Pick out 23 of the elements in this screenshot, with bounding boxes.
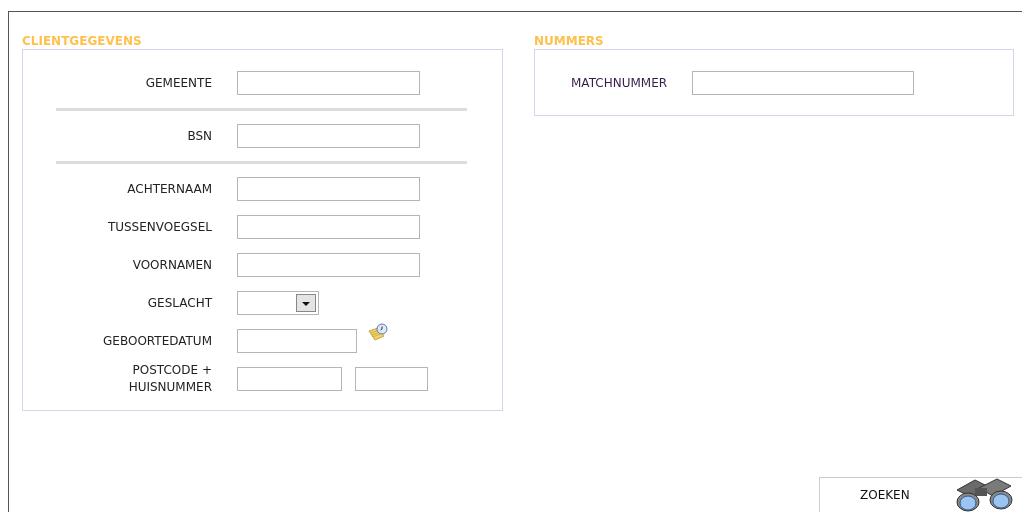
text-field[interactable] (237, 215, 420, 239)
text-field[interactable] (237, 253, 420, 277)
field-label: TUSSENVOEGSEL (106, 218, 212, 236)
field-label: MATCHNUMMER (571, 74, 668, 92)
notepad-clock-icon[interactable] (368, 323, 388, 343)
field-label: ACHTERNAAM (126, 180, 212, 198)
text-field[interactable] (692, 71, 915, 95)
field-label: GESLACHT (146, 294, 212, 312)
field-label: POSTCODE + HUISNUMMER (127, 362, 212, 396)
field-label: VOORNAMEN (131, 256, 212, 274)
text-field[interactable] (237, 71, 420, 95)
text-field[interactable] (237, 177, 420, 201)
caret-icon[interactable] (296, 294, 316, 312)
search-button[interactable]: ZOEKEN (819, 477, 1022, 512)
section-title: CLIENTGEGEVENS (22, 34, 143, 49)
field-label: GEMEENTE (144, 74, 212, 92)
field-label: GEBOORTEDATUM (102, 332, 212, 350)
field-label: BSN (186, 127, 212, 145)
text-field[interactable] (237, 124, 420, 148)
section-title: NUMMERS (534, 34, 605, 49)
date-field[interactable] (237, 329, 357, 353)
house-number-field[interactable] (355, 367, 428, 391)
postcode-field[interactable] (237, 367, 342, 391)
